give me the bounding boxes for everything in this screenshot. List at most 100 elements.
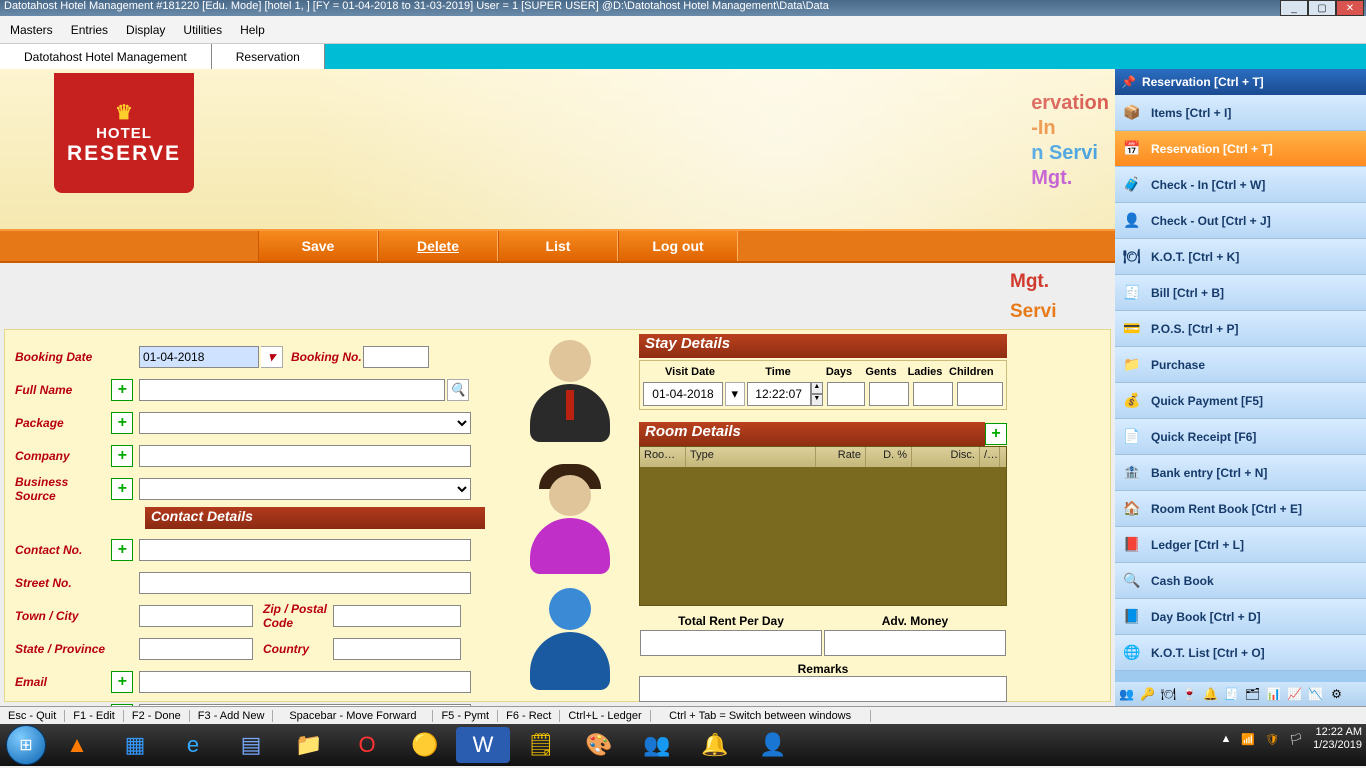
state-input[interactable] [139, 638, 253, 660]
rnav-item-15[interactable]: 🌐K.O.T. List [Ctrl + O] [1115, 635, 1366, 671]
contact-no-input[interactable] [139, 539, 471, 561]
taskbar-word-icon[interactable]: W [456, 727, 510, 763]
add-package-button[interactable]: + [111, 412, 133, 434]
rnav-foot-icon-7[interactable]: 📊 [1266, 687, 1281, 702]
menu-masters[interactable]: Masters [10, 23, 53, 37]
tab-reservation[interactable]: Reservation [212, 44, 325, 69]
taskbar-opera-icon[interactable]: O [340, 727, 394, 763]
tab-home[interactable]: Datotahost Hotel Management [0, 44, 212, 69]
full-name-input[interactable] [139, 379, 445, 401]
rnav-item-8[interactable]: 💰Quick Payment [F5] [1115, 383, 1366, 419]
business-source-select[interactable] [139, 478, 471, 500]
room-col-type[interactable]: Type [686, 447, 816, 467]
time-spin-down[interactable]: ▼ [811, 394, 823, 406]
taskbar-user-icon[interactable]: 👤 [746, 727, 800, 763]
visit-date-dropdown-icon[interactable]: ▾ [725, 382, 745, 406]
logout-button[interactable]: Log out [618, 231, 738, 261]
tray-flag-icon[interactable]: 🏳 [1289, 733, 1303, 746]
save-button[interactable]: Save [258, 231, 378, 261]
add-fullname-button[interactable]: + [111, 379, 133, 401]
total-rent-input[interactable] [640, 630, 822, 656]
children-input[interactable] [957, 382, 1003, 406]
add-company-button[interactable]: + [111, 445, 133, 467]
taskbar-explorer-icon[interactable]: 📁 [282, 727, 336, 763]
taskbar-app1-icon[interactable]: ▦ [108, 727, 162, 763]
rnav-foot-icon-10[interactable]: ⚙ [1329, 687, 1344, 702]
room-col-dpct[interactable]: D. % [866, 447, 912, 467]
documents-input[interactable] [139, 704, 471, 707]
tray-clock[interactable]: 12:22 AM 1/23/2019 [1313, 726, 1362, 752]
adv-money-input[interactable] [824, 630, 1006, 656]
days-input[interactable] [827, 382, 865, 406]
rnav-item-4[interactable]: 🍽K.O.T. [Ctrl + K] [1115, 239, 1366, 275]
add-bsource-button[interactable]: + [111, 478, 133, 500]
street-no-input[interactable] [139, 572, 471, 594]
rnav-foot-icon-1[interactable]: 🔑 [1140, 687, 1155, 702]
taskbar-bell-icon[interactable]: 🔔 [688, 727, 742, 763]
rnav-item-0[interactable]: 📦Items [Ctrl + I] [1115, 95, 1366, 131]
country-input[interactable] [333, 638, 461, 660]
room-grid[interactable]: Roo… Type Rate D. % Disc. /… [639, 446, 1007, 606]
visit-date-input[interactable] [643, 382, 723, 406]
taskbar-notes-icon[interactable]: 🗒 [514, 727, 568, 763]
rnav-item-5[interactable]: 🧾Bill [Ctrl + B] [1115, 275, 1366, 311]
window-maximize-button[interactable]: ▢ [1308, 0, 1336, 16]
rnav-foot-icon-9[interactable]: 📉 [1308, 687, 1323, 702]
rnav-item-9[interactable]: 📄Quick Receipt [F6] [1115, 419, 1366, 455]
room-col-disc[interactable]: Disc. [912, 447, 980, 467]
rnav-item-2[interactable]: 🧳Check - In [Ctrl + W] [1115, 167, 1366, 203]
ladies-input[interactable] [913, 382, 953, 406]
booking-no-input[interactable] [363, 346, 429, 368]
package-select[interactable] [139, 412, 471, 434]
taskbar-ie-icon[interactable]: e [166, 727, 220, 763]
add-documents-button[interactable]: + [111, 704, 133, 707]
tray-av-icon[interactable]: 🛡 [1265, 733, 1279, 746]
room-col-room[interactable]: Roo… [640, 447, 686, 467]
rnav-item-14[interactable]: 📘Day Book [Ctrl + D] [1115, 599, 1366, 635]
booking-date-dropdown-icon[interactable]: ▾ [261, 346, 283, 368]
list-button[interactable]: List [498, 231, 618, 261]
tray-up-icon[interactable]: ▲ [1221, 733, 1232, 745]
rnav-item-7[interactable]: 📁Purchase [1115, 347, 1366, 383]
room-col-more[interactable]: /… [980, 447, 1000, 467]
time-spin-up[interactable]: ▲ [811, 382, 823, 394]
menu-utilities[interactable]: Utilities [183, 23, 222, 37]
rnav-item-3[interactable]: 👤Check - Out [Ctrl + J] [1115, 203, 1366, 239]
taskbar-app2-icon[interactable]: ▤ [224, 727, 278, 763]
rnav-item-10[interactable]: 🏦Bank entry [Ctrl + N] [1115, 455, 1366, 491]
email-input[interactable] [139, 671, 471, 693]
menu-entries[interactable]: Entries [71, 23, 108, 37]
rnav-foot-icon-0[interactable]: 👥 [1119, 687, 1134, 702]
taskbar-hotel-icon[interactable]: 👥 [630, 727, 684, 763]
taskbar-paint-icon[interactable]: 🎨 [572, 727, 626, 763]
company-input[interactable] [139, 445, 471, 467]
add-email-button[interactable]: + [111, 671, 133, 693]
town-city-input[interactable] [139, 605, 253, 627]
delete-button[interactable]: Delete [378, 231, 498, 261]
rnav-item-12[interactable]: 📕Ledger [Ctrl + L] [1115, 527, 1366, 563]
rnav-foot-icon-5[interactable]: 🧾 [1224, 687, 1239, 702]
remarks-input[interactable] [639, 676, 1007, 702]
rnav-foot-icon-8[interactable]: 📈 [1287, 687, 1302, 702]
room-col-rate[interactable]: Rate [816, 447, 866, 467]
rnav-foot-icon-3[interactable]: 🍷 [1182, 687, 1197, 702]
time-input[interactable] [747, 382, 811, 406]
search-fullname-icon[interactable]: 🔍 [447, 379, 469, 401]
window-close-button[interactable]: ✕ [1336, 0, 1364, 16]
menu-help[interactable]: Help [240, 23, 265, 37]
rnav-foot-icon-4[interactable]: 🔔 [1203, 687, 1218, 702]
rnav-item-1[interactable]: 📅Reservation [Ctrl + T] [1115, 131, 1366, 167]
rnav-foot-icon-6[interactable]: 🗂 [1245, 687, 1260, 702]
add-room-button[interactable]: + [985, 423, 1007, 445]
add-contact-button[interactable]: + [111, 539, 133, 561]
tray-signal-icon[interactable]: 📶 [1241, 733, 1255, 746]
rnav-foot-icon-2[interactable]: 🍽 [1161, 687, 1176, 702]
rnav-item-11[interactable]: 🏠Room Rent Book [Ctrl + E] [1115, 491, 1366, 527]
window-minimize-button[interactable]: _ [1280, 0, 1308, 16]
booking-date-input[interactable] [139, 346, 259, 368]
menu-display[interactable]: Display [126, 23, 165, 37]
rnav-item-13[interactable]: 🔍Cash Book [1115, 563, 1366, 599]
rnav-item-6[interactable]: 💳P.O.S. [Ctrl + P] [1115, 311, 1366, 347]
start-button[interactable]: ⊞ [6, 725, 46, 765]
taskbar-chrome-icon[interactable]: 🟡 [398, 727, 452, 763]
